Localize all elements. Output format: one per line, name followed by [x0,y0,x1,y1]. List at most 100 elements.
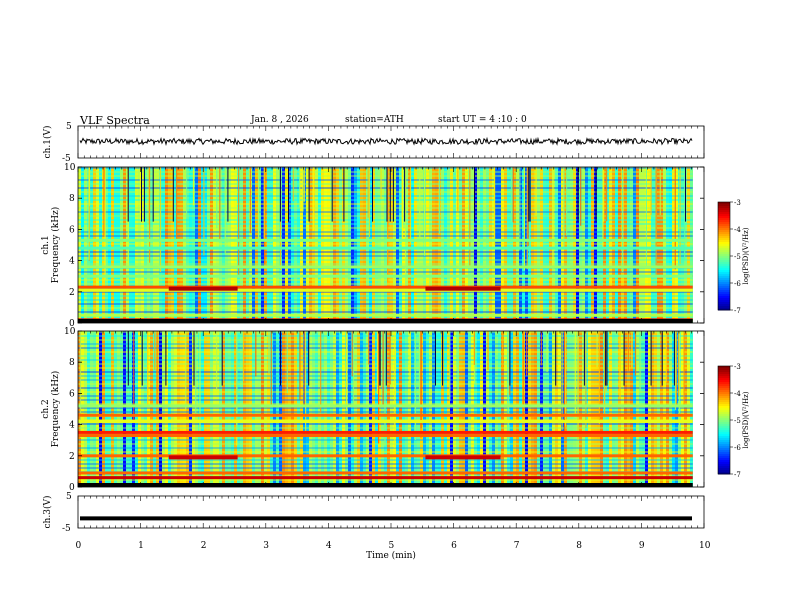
colorbar-tick-label: -6 [734,280,741,288]
sferic-streak [139,167,141,220]
sferic-streak [639,331,641,392]
dark-streak [280,331,281,386]
sferic-streak [242,331,244,382]
vlf-spectra-figure: 5-5ch.1(V)5-5ch.3(V)0246810ch.1 Frequency… [41,122,750,561]
sferic-streak [650,167,652,216]
x-tick-label: 10 [699,541,711,551]
sferic-streak [577,331,579,440]
sferic-streak [519,167,521,251]
sferic-streak [596,331,598,367]
dark-streak [595,167,597,222]
sferic-streak [580,167,582,226]
emission-band [78,434,693,438]
sferic-streak [88,167,90,260]
sferic-streak [535,167,537,216]
sferic-streak [389,331,391,385]
x-tick-label: 0 [76,541,82,551]
emission-band [78,471,693,475]
sferic-streak [420,331,422,429]
emission-band [78,476,693,480]
sferic-streak [368,167,371,238]
x-tick-label: 9 [639,541,645,551]
sferic-streak [619,331,621,398]
sferic-streak [494,167,496,246]
emission-band [78,413,693,417]
sferic-streak [154,331,156,371]
emission-burst [168,455,238,460]
x-tick-label: 5 [389,541,395,551]
sferic-streak [546,331,548,372]
emission-burst [425,455,501,460]
sferic-streak [512,167,514,223]
sferic-streak [522,331,524,417]
signal-line [79,136,693,147]
dark-streak [141,167,142,222]
spectrogram-ch1 [78,167,693,323]
sferic-streak [303,331,305,407]
sferic-streak [286,331,288,394]
dark-streak [529,167,531,222]
colorbar-tick-label: -3 [734,363,741,371]
sferic-streak [216,331,218,390]
sferic-streak [320,331,322,413]
sferic-streak [268,331,270,374]
dark-streak [172,167,174,222]
emission-band [78,419,693,423]
channel-label: ch.1 [41,235,51,254]
dark-streak [442,331,444,386]
sferic-streak [382,331,384,406]
sferic-streak [405,167,407,279]
sferic-streak [302,167,304,212]
sferic-streak [627,331,629,371]
sferic-streak [511,167,513,222]
sferic-streak [603,167,605,222]
sferic-streak [645,167,647,269]
sferic-streak [469,167,471,268]
sferic-streak [418,331,421,405]
sferic-streak [563,167,565,247]
sferic-streak [270,331,272,406]
dark-streak [279,167,281,222]
dark-streak [604,331,606,386]
colorbar-tick-label: -5 [734,253,741,261]
x-tick-label: 7 [514,541,520,551]
dark-streak [193,331,195,386]
dark-streak [555,331,557,386]
sferic-streak [566,167,568,236]
dark-streak [385,331,387,386]
sferic-streak [424,167,426,256]
colorbar-tick-label: -6 [734,444,741,452]
dark-streak [331,167,333,222]
sferic-streak [367,167,369,218]
y-tick-label: 8 [69,358,75,368]
dark-streak [288,167,289,222]
sferic-streak [457,331,459,396]
dark-streak [623,331,625,386]
sferic-streak [305,331,307,435]
sferic-streak [352,331,354,405]
sferic-streak [563,331,566,434]
dark-streak [661,331,663,386]
sferic-streak [156,331,158,408]
sferic-streak [409,167,412,244]
colorbar-tick-label: -7 [734,307,741,315]
sferic-streak [299,331,301,400]
sferic-streak [299,167,301,208]
y-tick-label: 4 [69,421,75,431]
y-tick-label: 5 [66,492,72,502]
sferic-streak [598,331,600,425]
emission-burst [168,286,238,291]
dark-streak [650,331,652,386]
dark-streak [474,167,475,222]
y-tick-label: 2 [69,452,75,462]
sferic-streak [263,167,265,240]
emission-band [78,246,693,250]
dark-streak [528,167,530,222]
dark-streak [685,167,686,222]
sferic-streak [540,331,542,366]
sferic-streak [552,167,554,269]
x-tick-label: 6 [451,541,457,551]
sferic-streak [665,331,667,383]
emission-band [78,265,693,269]
dark-streak [343,167,345,222]
